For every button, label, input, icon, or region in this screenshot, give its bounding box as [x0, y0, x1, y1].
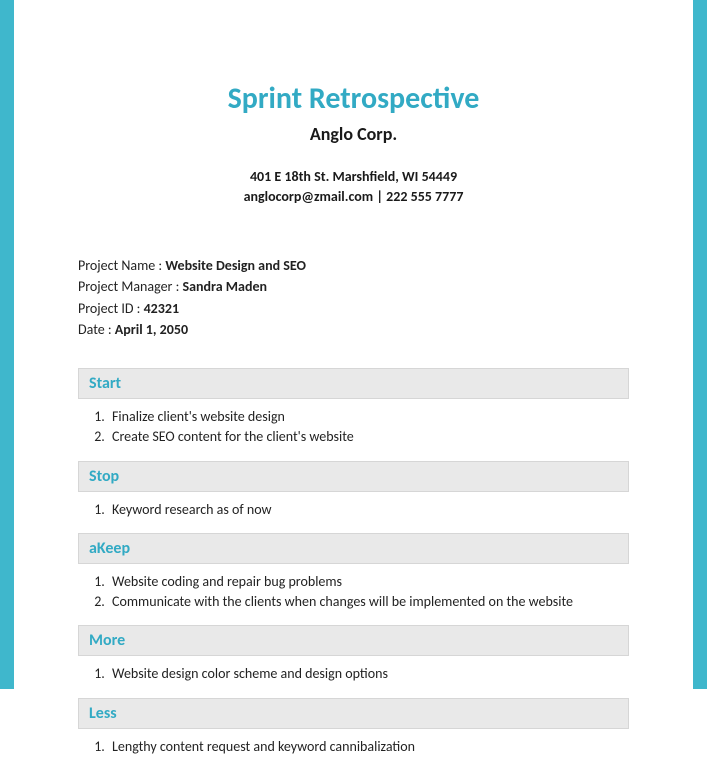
section-list-start: Finalize client's website design Create …: [78, 399, 629, 454]
meta-value: Website Design and SEO: [165, 257, 306, 274]
meta-label: Date :: [78, 321, 115, 338]
section-heading-keep: aKeep: [78, 533, 629, 564]
project-meta: Project Name : Website Design and SEO Pr…: [78, 256, 629, 340]
company-address: 401 E 18th St. Marshfield, WI 54449: [78, 167, 629, 187]
retro-sections: Start Finalize client's website design C…: [78, 368, 629, 764]
section-heading-more: More: [78, 625, 629, 656]
list-item: Communicate with the clients when change…: [108, 592, 629, 612]
meta-value: Sandra Maden: [183, 278, 268, 295]
meta-project-id: Project ID : 42321: [78, 299, 629, 319]
meta-label: Project Name :: [78, 257, 165, 274]
list-item: Website coding and repair bug problems: [108, 572, 629, 592]
meta-date: Date : April 1, 2050: [78, 320, 629, 340]
document-page: Sprint Retrospective Anglo Corp. 401 E 1…: [14, 0, 693, 689]
page-border-left: [0, 0, 14, 689]
list-item: Lengthy content request and keyword cann…: [108, 737, 629, 757]
company-name: Anglo Corp.: [78, 123, 629, 145]
meta-value: April 1, 2050: [115, 321, 188, 338]
section-list-less: Lengthy content request and keyword cann…: [78, 729, 629, 765]
meta-label: Project Manager :: [78, 278, 183, 295]
section-list-more: Website design color scheme and design o…: [78, 656, 629, 692]
meta-project-manager: Project Manager : Sandra Maden: [78, 277, 629, 297]
section-heading-less: Less: [78, 698, 629, 729]
list-item: Create SEO content for the client's webs…: [108, 427, 629, 447]
page-title: Sprint Retrospective: [78, 80, 629, 117]
meta-project-name: Project Name : Website Design and SEO: [78, 256, 629, 276]
meta-label: Project ID :: [78, 300, 144, 317]
section-list-keep: Website coding and repair bug problems C…: [78, 564, 629, 619]
section-list-stop: Keyword research as of now: [78, 492, 629, 528]
page-border-right: [693, 0, 707, 689]
company-contact: anglocorp@zmail.com | 222 555 7777: [78, 187, 629, 207]
list-item: Finalize client's website design: [108, 407, 629, 427]
list-item: Keyword research as of now: [108, 500, 629, 520]
section-heading-start: Start: [78, 368, 629, 399]
list-item: Website design color scheme and design o…: [108, 664, 629, 684]
section-heading-stop: Stop: [78, 461, 629, 492]
meta-value: 42321: [144, 300, 179, 317]
